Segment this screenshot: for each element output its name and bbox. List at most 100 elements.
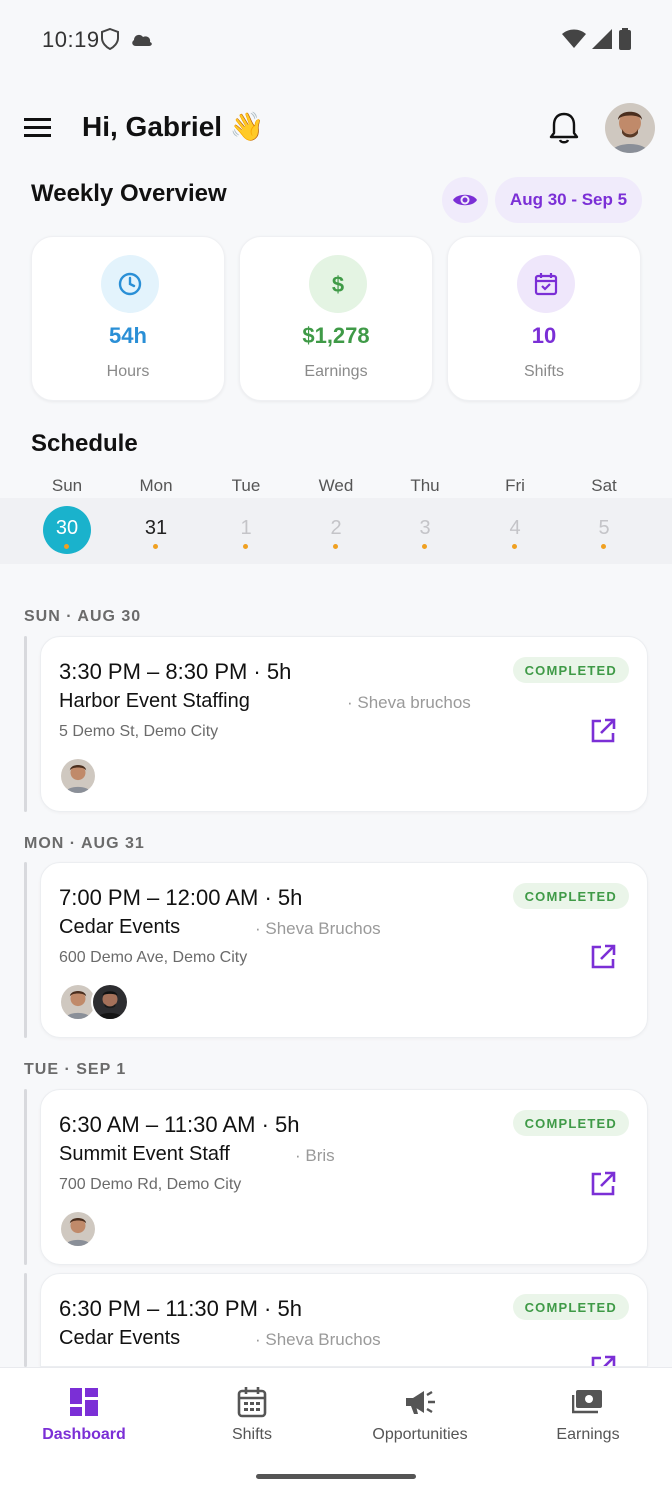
open-shift-button[interactable]	[589, 943, 617, 971]
date-cell[interactable]: 4	[470, 498, 560, 564]
shift-card[interactable]: 3:30 PM – 8:30 PM · 5h Harbor Event Staf…	[40, 636, 648, 812]
user-photo-icon	[61, 1212, 95, 1246]
menu-button[interactable]	[22, 112, 54, 144]
status-badge: COMPLETED	[512, 1294, 629, 1320]
greeting-text: Hi, Gabriel	[82, 111, 223, 142]
date-cell[interactable]: 2	[291, 498, 381, 564]
user-photo-icon	[61, 985, 95, 1019]
external-link-icon	[591, 718, 616, 743]
day-header: TUE · SEP 1	[24, 1061, 127, 1078]
svg-text:$: $	[332, 272, 344, 297]
date-number: 31	[144, 517, 168, 539]
date-number: 1	[240, 517, 252, 539]
hours-value: 54h	[109, 323, 147, 348]
shifts-label: Shifts	[523, 363, 564, 380]
wave-emoji: 👋	[229, 111, 265, 142]
team-avatars	[59, 757, 97, 795]
shift-dot	[243, 544, 248, 549]
weekday-row: Sun Mon Tue Wed Thu Fri Sat	[22, 476, 650, 498]
nav-label: Dashboard	[42, 1426, 126, 1443]
shift-name: Cedar Events	[59, 1327, 181, 1349]
status-badge: COMPLETED	[512, 1110, 629, 1136]
shift-dot	[512, 544, 517, 549]
date-cell[interactable]: 5	[559, 498, 649, 564]
weekday-label: Mon	[139, 476, 173, 495]
dollar-icon: $	[332, 272, 344, 297]
shift-manager: · Sheva Bruchos	[255, 919, 381, 938]
cloud-icon	[132, 34, 152, 46]
date-cell[interactable]: 31	[111, 498, 201, 564]
signal-icon	[592, 29, 612, 49]
calendar-icon	[237, 1387, 267, 1418]
nav-label: Shifts	[231, 1426, 272, 1443]
eye-icon	[453, 194, 477, 206]
date-number: 3	[419, 517, 431, 539]
shift-manager: · Sheva Bruchos	[255, 1330, 381, 1349]
shift-time: 6:30 AM – 11:30 AM · 5h	[59, 1112, 300, 1137]
weekly-overview-title: Weekly Overview	[31, 180, 227, 207]
nav-dashboard[interactable]: Dashboard	[0, 1384, 168, 1454]
shift-card[interactable]: 6:30 AM – 11:30 AM · 5h Summit Event Sta…	[40, 1089, 648, 1265]
shift-time: 6:30 PM – 11:30 PM · 5h	[59, 1296, 302, 1321]
day-timeline	[24, 636, 27, 812]
nav-earnings[interactable]: Earnings	[504, 1384, 672, 1454]
dashboard-icon	[70, 1388, 98, 1416]
shifts-value: 10	[531, 323, 557, 348]
user-photo-icon	[605, 103, 655, 153]
external-link-icon	[591, 944, 616, 969]
shift-manager: · Sheva bruchos	[347, 693, 471, 712]
megaphone-icon	[406, 1390, 435, 1414]
calendar-check-icon	[534, 273, 558, 296]
open-shift-button[interactable]	[589, 1170, 617, 1198]
date-number: 2	[330, 517, 342, 539]
greeting: Hi, Gabriel 👋	[82, 110, 265, 143]
shift-name: Harbor Event Staffing	[59, 690, 250, 712]
shift-card[interactable]: 6:30 PM – 11:30 PM · 5h Cedar Events · S…	[40, 1273, 648, 1367]
shift-time: 7:00 PM – 12:00 AM · 5h	[59, 885, 303, 910]
weekday-label: Tue	[231, 476, 261, 495]
status-badge: COMPLETED	[512, 657, 629, 683]
nav-shifts[interactable]: Shifts	[168, 1384, 336, 1454]
status-badge: COMPLETED	[512, 883, 629, 909]
hours-card: 54h Hours	[31, 236, 225, 401]
shift-name: Cedar Events	[59, 916, 181, 938]
external-link-icon	[591, 1171, 616, 1196]
date-number: 5	[598, 517, 610, 539]
nav-opportunities[interactable]: Opportunities	[336, 1384, 504, 1454]
date-range-button[interactable]: Aug 30 - Sep 5	[495, 177, 642, 223]
bell-icon	[549, 112, 579, 144]
wifi-icon	[562, 29, 586, 48]
notifications-button[interactable]	[546, 110, 582, 146]
date-cell-selected[interactable]: 30	[22, 498, 112, 564]
shifts-card: 10 Shifts	[447, 236, 641, 401]
date-number: 30	[55, 517, 79, 539]
earnings-card: $ $1,278 Earnings	[239, 236, 433, 401]
shift-dot	[153, 544, 158, 549]
weekday-label: Wed	[318, 476, 354, 495]
earnings-value: $1,278	[302, 323, 370, 348]
shift-name: Summit Event Staff	[59, 1143, 230, 1165]
date-strip: 30 31 1 2 3 4 5	[0, 498, 672, 564]
day-timeline	[24, 862, 27, 1038]
shift-card[interactable]: 7:00 PM – 12:00 AM · 5h Cedar Events · S…	[40, 862, 648, 1038]
home-indicator[interactable]	[256, 1474, 416, 1479]
day-timeline	[24, 1273, 27, 1367]
wallet-icon	[572, 1390, 602, 1414]
shift-time: 3:30 PM – 8:30 PM · 5h	[59, 659, 292, 684]
toggle-visibility-button[interactable]	[442, 177, 488, 223]
status-bar: 10:19	[0, 0, 672, 80]
day-header: MON · AUG 31	[24, 835, 145, 852]
date-cell[interactable]: 3	[380, 498, 470, 564]
weekday-label: Sat	[591, 476, 617, 495]
avatar	[59, 1210, 97, 1248]
shift-dot	[601, 544, 606, 549]
weekday-label: Sun	[51, 476, 83, 495]
date-cell[interactable]: 1	[201, 498, 291, 564]
shift-address: 600 Demo Ave, Demo City	[59, 949, 248, 966]
open-shift-button[interactable]	[589, 1354, 617, 1366]
user-photo-icon	[93, 985, 127, 1019]
shift-address: 700 Demo Rd, Demo City	[59, 1176, 242, 1193]
shield-icon	[101, 28, 119, 50]
open-shift-button[interactable]	[589, 717, 617, 745]
profile-avatar[interactable]	[605, 103, 655, 153]
